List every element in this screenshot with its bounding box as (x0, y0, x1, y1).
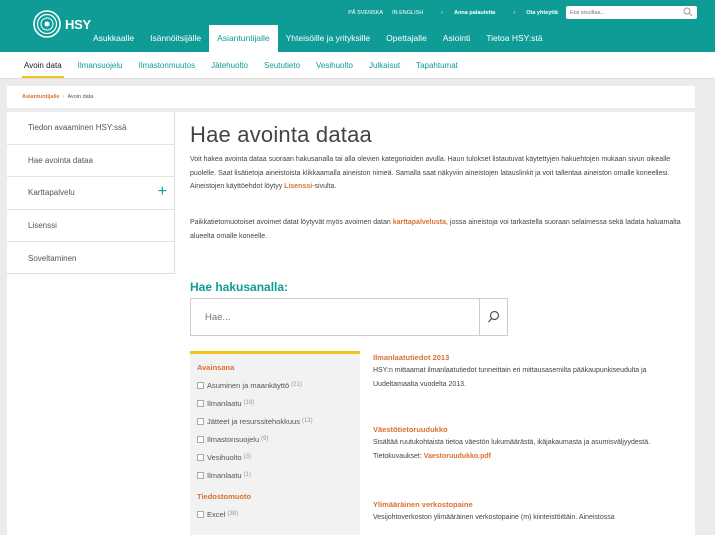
checkbox[interactable] (197, 471, 204, 479)
map-service-link[interactable]: karttapalvelusta (393, 219, 446, 226)
result-item: Ylimääräinen verkostopaine Vesijohtoverk… (373, 499, 683, 525)
filter-keyword-jatteet[interactable]: Jätteet ja resurssitehokkuus (13) (197, 412, 360, 430)
sidebar-item-soveltaminen[interactable]: Soveltaminen (7, 242, 174, 275)
result-description: Vesijohtoverkoston ylimääräinen verkosto… (373, 514, 615, 521)
chevron-right-icon: › (513, 9, 516, 16)
sub-nav-julkaisut[interactable]: Julkaisut (361, 52, 408, 78)
map-paragraph: Paikkatietomuotoiset avoimet datat löyty… (190, 219, 681, 240)
result-title-link[interactable]: Ilmanlaatutiedot 2013 (373, 353, 449, 362)
filter-panel: Avainsana Asuminen ja maankäyttö (21) Ilm… (190, 351, 360, 535)
search-icon (487, 310, 499, 323)
utility-bar: PÅ SVENSKA IN ENGLISH › Anna palautetta ›… (339, 6, 697, 19)
sidebar-nav: Tiedon avaaminen HSY:ssä Hae avointa dat… (7, 112, 175, 274)
hsy-logo-icon (33, 10, 61, 38)
result-item: Väestötietoruudukko Sisältää ruutukohtai… (373, 424, 683, 464)
main-nav: Asukkaalle Isännöitsijälle Asiantuntijal… (85, 25, 551, 52)
main-nav-asukkaalle[interactable]: Asukkaalle (85, 25, 142, 52)
sidebar-item-lisenssi[interactable]: Lisenssi (7, 210, 174, 242)
dataset-search-button[interactable] (480, 298, 508, 336)
feedback-link[interactable]: › Anna palautetta (432, 10, 495, 16)
filter-keyword-ilmanlaatu-2[interactable]: Ilmanlaatu (1) (197, 466, 360, 484)
filter-format-excel[interactable]: Excel (38) (197, 505, 360, 523)
breadcrumb-current: Avoin data (67, 94, 94, 100)
filter-keyword-asuminen[interactable]: Asuminen ja maankäyttö (21) (197, 376, 360, 394)
sub-nav-seututieto[interactable]: Seututieto (256, 52, 308, 78)
search-icon[interactable] (683, 7, 693, 17)
sub-nav-avoin-data[interactable]: Avoin data (16, 52, 70, 78)
main-nav-tietoa[interactable]: Tietoa HSY:stä (478, 25, 550, 52)
main-nav-isannoitsijalle[interactable]: Isännöitsijälle (142, 25, 209, 52)
checkbox[interactable] (197, 381, 204, 389)
keyword-filter-heading: Avainsana (197, 363, 235, 372)
main-nav-opettajalle[interactable]: Opettajalle (378, 25, 435, 52)
license-link[interactable]: Lisenssi (284, 183, 312, 190)
filter-keyword-ilmastonsuojelu[interactable]: Ilmastonsuojelu (9) (197, 430, 360, 448)
site-header: HSY PÅ SVENSKA IN ENGLISH › Anna palautet… (0, 0, 715, 52)
sidebar-item-karttapalvelu[interactable]: Karttapalvelu + (7, 177, 174, 210)
search-heading: Hae hakusanalla: (190, 280, 289, 294)
sub-nav-vesihuolto[interactable]: Vesihuolto (308, 52, 361, 78)
site-search-input[interactable] (566, 6, 697, 19)
sub-nav-jatehuolto[interactable]: Jätehuolto (203, 52, 256, 78)
sub-nav-tapahtumat[interactable]: Tapahtumat (408, 52, 466, 78)
result-title-link[interactable]: Ylimääräinen verkostopaine (373, 500, 473, 509)
checkbox[interactable] (197, 510, 204, 518)
breadcrumb-separator-icon: › (62, 94, 65, 100)
result-item: Ilmanlaatutiedot 2013 HSY:n mittaamat il… (373, 352, 683, 392)
checkbox[interactable] (197, 417, 204, 425)
sub-nav: Avoin data Ilmansuojelu Ilmastonmuutos J… (0, 52, 715, 79)
main-nav-asiantuntijalle[interactable]: Asiantuntijalle (209, 25, 278, 52)
intro-paragraph: Voit hakea avointa dataa suoraan hakusan… (190, 156, 671, 191)
dataset-search-box (190, 298, 480, 336)
filter-keyword-vesihuolto[interactable]: Vesihuolto (3) (197, 448, 360, 466)
checkbox[interactable] (197, 453, 204, 461)
contact-link[interactable]: › Ota yhteyttä (504, 10, 558, 16)
result-description: HSY:n mittaamat ilmanlaatutiedot tunneit… (373, 367, 647, 388)
sub-nav-ilmansuojelu[interactable]: Ilmansuojelu (70, 52, 131, 78)
sidebar-item-hae-avointa-dataa[interactable]: Hae avointa dataa (7, 145, 174, 177)
pdf-download-link[interactable]: Vaestoruudukko.pdf (424, 453, 491, 460)
checkbox[interactable] (197, 435, 204, 443)
hsy-logo[interactable]: HSY (32, 9, 91, 39)
sidebar-item-tiedon-avaaminen[interactable]: Tiedon avaaminen HSY:ssä (7, 112, 174, 145)
checkbox[interactable] (197, 399, 204, 407)
content-panel: Tiedon avaaminen HSY:ssä Hae avointa dat… (7, 112, 695, 535)
main-nav-asiointi[interactable]: Asiointi (435, 25, 478, 52)
breadcrumb-parent-link[interactable]: Asiantuntijalle (22, 94, 60, 100)
chevron-right-icon: › (441, 9, 444, 16)
page-title: Hae avointa dataa (190, 122, 372, 147)
filter-keyword-ilmanlaatu[interactable]: Ilmanlaatu (19) (197, 394, 360, 412)
breadcrumb: Asiantuntijalle › Avoin data (7, 86, 695, 108)
format-filter-heading: Tiedostomuoto (197, 492, 252, 501)
lang-swedish-link[interactable]: PÅ SVENSKA (348, 10, 383, 16)
dataset-search-input[interactable] (191, 299, 479, 335)
main-nav-yhteisoille[interactable]: Yhteisöille ja yrityksille (278, 25, 379, 52)
site-search (566, 6, 697, 19)
lang-english-link[interactable]: IN ENGLISH (392, 10, 423, 16)
sub-nav-ilmastonmuutos[interactable]: Ilmastonmuutos (131, 52, 203, 78)
result-description: Sisältää ruutukohtaista tietoa väestön l… (373, 439, 651, 460)
expand-plus-icon[interactable]: + (158, 184, 167, 200)
result-title-link[interactable]: Väestötietoruudukko (373, 425, 448, 434)
